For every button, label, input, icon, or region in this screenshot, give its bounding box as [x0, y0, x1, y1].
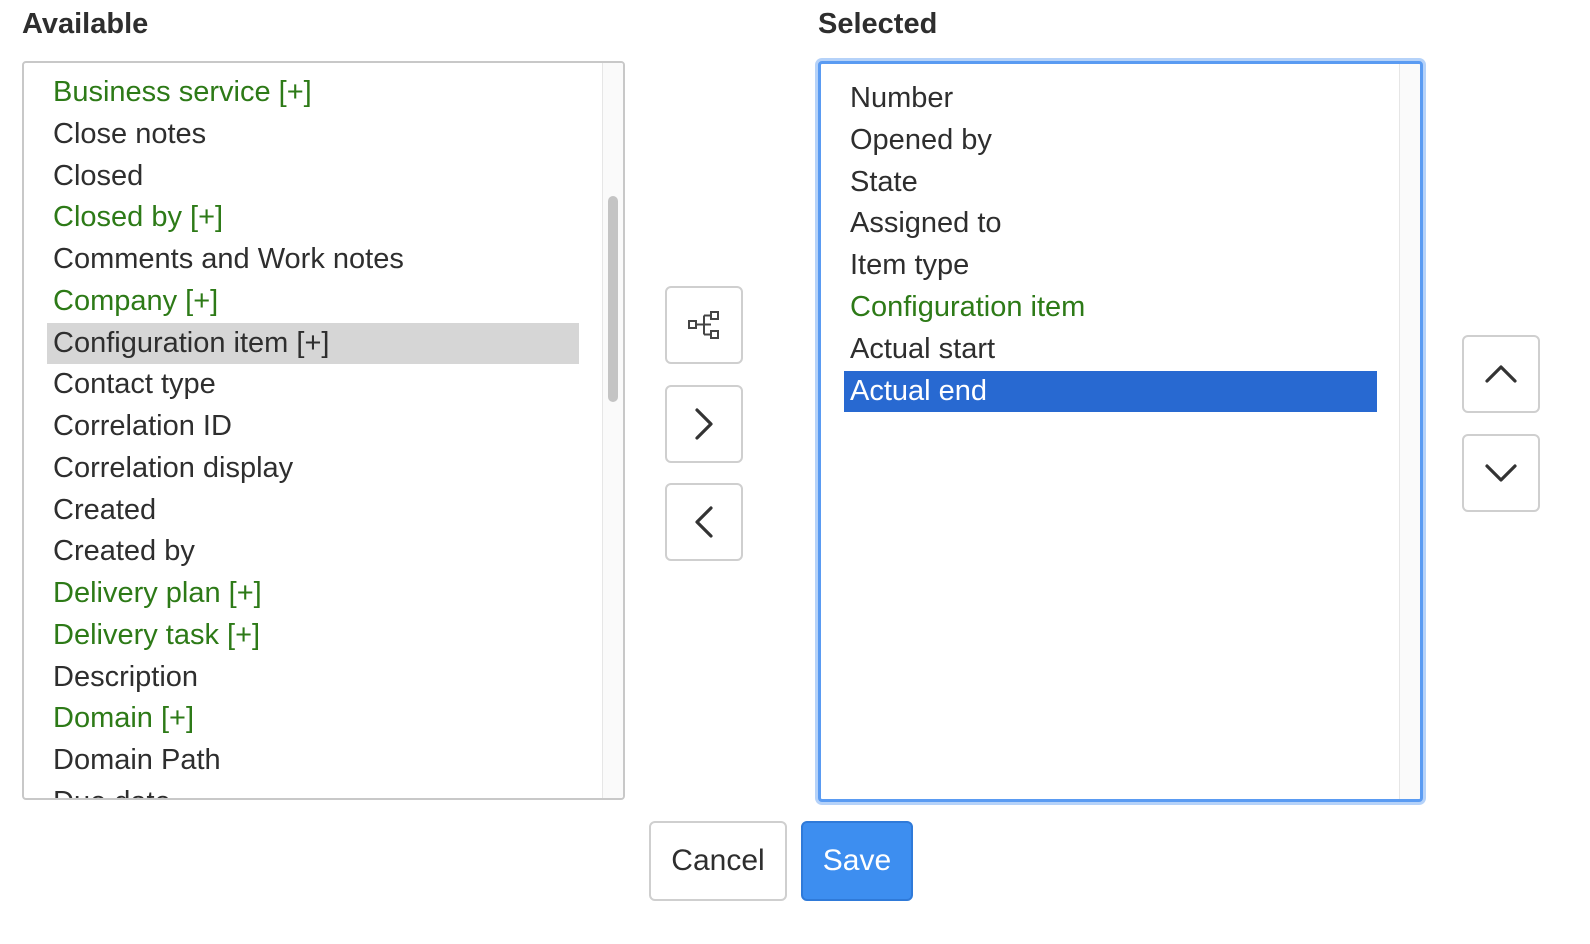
- selected-scrollbar[interactable]: [1399, 64, 1420, 799]
- available-scroll-thumb[interactable]: [608, 196, 618, 402]
- selected-list-item[interactable]: State: [844, 162, 918, 203]
- available-list[interactable]: Business service [+] Close notes Closed Clo…: [22, 61, 625, 800]
- available-list-item[interactable]: Closed: [47, 156, 143, 197]
- chevron-left-icon: [695, 506, 713, 538]
- available-list-item[interactable]: Company [+]: [47, 281, 218, 322]
- selected-list-item[interactable]: Actual end: [844, 370, 1377, 412]
- available-list-item[interactable]: Configuration item [+]: [47, 322, 579, 364]
- move-down-button[interactable]: [1462, 434, 1540, 512]
- available-list-item[interactable]: Close notes: [47, 114, 206, 155]
- available-scrollbar[interactable]: [602, 63, 623, 798]
- available-list-item[interactable]: Description: [47, 657, 198, 698]
- add-to-selected-button[interactable]: [665, 385, 743, 463]
- available-list-item[interactable]: Correlation display: [47, 448, 293, 489]
- selected-heading: Selected: [818, 8, 938, 40]
- available-list-item[interactable]: Created: [47, 490, 156, 531]
- available-list-item[interactable]: Correlation ID: [47, 406, 232, 447]
- available-list-item[interactable]: Closed by [+]: [47, 197, 223, 238]
- selected-list-item[interactable]: Assigned to: [844, 203, 1002, 244]
- selected-list-item[interactable]: Item type: [844, 245, 969, 286]
- available-list-item[interactable]: Delivery plan [+]: [47, 573, 262, 614]
- available-list-item[interactable]: Contact type: [47, 364, 216, 405]
- selected-list-item[interactable]: Actual start: [844, 329, 995, 370]
- selected-list-item[interactable]: Configuration item: [844, 287, 1085, 328]
- available-list-item[interactable]: Due date: [47, 782, 171, 798]
- selected-list-item[interactable]: Number: [844, 78, 953, 119]
- available-list-item[interactable]: Domain [+]: [47, 698, 194, 739]
- available-heading: Available: [22, 8, 149, 40]
- available-list-item[interactable]: Business service [+]: [47, 72, 312, 113]
- chevron-down-icon: [1485, 464, 1517, 482]
- available-list-item[interactable]: Domain Path: [47, 740, 221, 781]
- chevron-right-icon: [695, 408, 713, 440]
- selected-list-item[interactable]: Opened by: [844, 120, 992, 161]
- show-hierarchy-button[interactable]: [665, 286, 743, 364]
- selected-list[interactable]: Number Opened by State Assigned to Item type…: [818, 61, 1423, 802]
- available-list-item[interactable]: Comments and Work notes: [47, 239, 404, 280]
- cancel-button[interactable]: Cancel: [649, 821, 787, 901]
- chevron-up-icon: [1485, 365, 1517, 383]
- move-up-button[interactable]: [1462, 335, 1540, 413]
- available-list-item[interactable]: Delivery task [+]: [47, 615, 260, 656]
- remove-from-selected-button[interactable]: [665, 483, 743, 561]
- available-list-item[interactable]: Created by: [47, 531, 195, 572]
- save-button[interactable]: Save: [801, 821, 913, 901]
- hierarchy-icon: [688, 311, 719, 339]
